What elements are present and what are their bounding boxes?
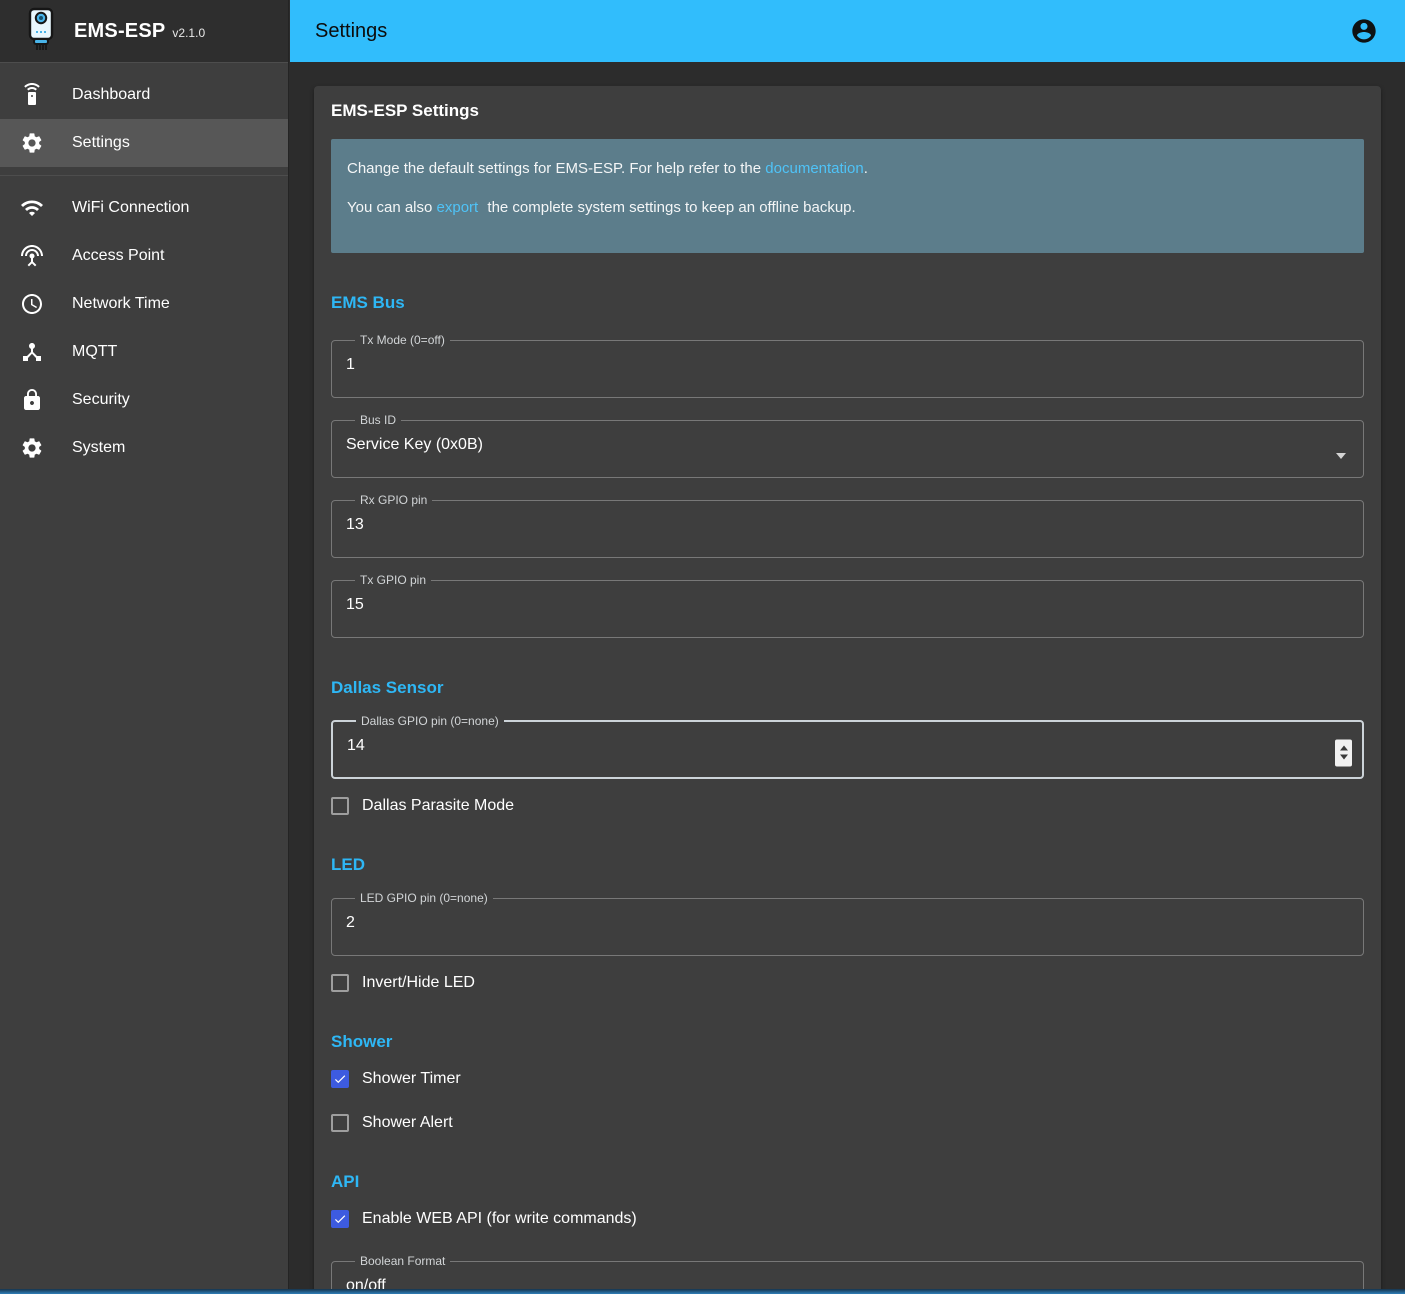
shower-timer-row[interactable]: Shower Timer [331, 1070, 1364, 1088]
tx-gpio-field[interactable]: Tx GPIO pin 15 [331, 573, 1364, 638]
page-title: Settings [315, 20, 387, 43]
documentation-link[interactable]: documentation [765, 160, 863, 177]
bus-id-select[interactable]: Bus ID Service Key (0x0B) [331, 413, 1364, 478]
wifi-icon [20, 196, 44, 220]
section-title-dallas: Dallas Sensor [331, 678, 1364, 698]
spinner-up-icon[interactable] [1340, 746, 1348, 751]
sidebar-item-network-time[interactable]: Network Time [0, 280, 288, 328]
sidebar-item-label: Access Point [72, 247, 164, 265]
field-label: Tx Mode (0=off) [355, 333, 450, 347]
tx-gpio-input[interactable]: 15 [346, 596, 1349, 614]
sidebar-nav-secondary: WiFi Connection Access Point Network Tim… [0, 176, 288, 480]
app-version: v2.1.0 [172, 26, 205, 40]
settings-card: EMS-ESP Settings Change the default sett… [314, 86, 1381, 1294]
export-link[interactable]: export [437, 199, 479, 216]
info-text: You can also [347, 199, 437, 216]
checkbox-label: Dallas Parasite Mode [362, 797, 514, 815]
brand: EMS-ESP v2.1.0 [74, 20, 205, 43]
section-title-shower: Shower [331, 1032, 1364, 1052]
checkbox-label: Shower Timer [362, 1070, 461, 1088]
checkbox-label: Enable WEB API (for write commands) [362, 1210, 637, 1228]
sidebar-item-label: Dashboard [72, 86, 150, 104]
sidebar-item-system[interactable]: System [0, 424, 288, 472]
section-title-led: LED [331, 855, 1364, 875]
sidebar-nav-primary: Dashboard Settings [0, 63, 288, 175]
sidebar-item-label: MQTT [72, 343, 117, 361]
field-label: Rx GPIO pin [355, 493, 432, 507]
checkbox-label: Shower Alert [362, 1114, 453, 1132]
section-title-api: API [331, 1172, 1364, 1192]
section-title-ems-bus: EMS Bus [331, 293, 1364, 313]
checkbox-label: Invert/Hide LED [362, 974, 475, 992]
info-line-2: You can also export the complete system … [347, 199, 1348, 216]
app-name: EMS-ESP [74, 20, 165, 43]
sidebar-header: EMS-ESP v2.1.0 [0, 0, 288, 63]
dallas-parasite-row[interactable]: Dallas Parasite Mode [331, 797, 1364, 815]
check-icon [333, 1211, 347, 1227]
bottom-accent-bar [0, 1289, 1405, 1294]
sidebar: EMS-ESP v2.1.0 Dashboard Settings WiFi C… [0, 0, 289, 1294]
rx-gpio-field[interactable]: Rx GPIO pin 13 [331, 493, 1364, 558]
main-content: EMS-ESP Settings Change the default sett… [290, 62, 1405, 1294]
lock-icon [20, 388, 44, 412]
tx-mode-field[interactable]: Tx Mode (0=off) 1 [331, 333, 1364, 398]
appbar: Settings [290, 0, 1405, 62]
field-label: Bus ID [355, 413, 401, 427]
remote-icon [20, 83, 44, 107]
sidebar-item-label: System [72, 439, 125, 457]
bus-id-value[interactable]: Service Key (0x0B) [346, 436, 1349, 454]
number-spinner[interactable] [1335, 739, 1352, 766]
sidebar-item-access-point[interactable]: Access Point [0, 232, 288, 280]
shower-timer-checkbox[interactable] [331, 1070, 349, 1088]
sidebar-item-security[interactable]: Security [0, 376, 288, 424]
invert-led-checkbox[interactable] [331, 974, 349, 992]
dallas-gpio-field[interactable]: Dallas GPIO pin (0=none) 14 [331, 714, 1364, 779]
field-label: Dallas GPIO pin (0=none) [356, 714, 504, 728]
tx-mode-input[interactable]: 1 [346, 356, 1349, 374]
hub-icon [20, 340, 44, 364]
rx-gpio-input[interactable]: 13 [346, 516, 1349, 534]
account-circle-icon[interactable] [1350, 17, 1378, 45]
sidebar-item-wifi-connection[interactable]: WiFi Connection [0, 184, 288, 232]
shower-alert-row[interactable]: Shower Alert [331, 1114, 1364, 1132]
shower-alert-checkbox[interactable] [331, 1114, 349, 1132]
led-gpio-field[interactable]: LED GPIO pin (0=none) 2 [331, 891, 1364, 956]
info-line-1: Change the default settings for EMS-ESP.… [347, 160, 1348, 177]
sidebar-item-label: Settings [72, 134, 130, 152]
check-icon [333, 1071, 347, 1087]
sidebar-item-label: Network Time [72, 295, 170, 313]
enable-web-api-checkbox[interactable] [331, 1210, 349, 1228]
field-label: Boolean Format [355, 1254, 450, 1268]
field-label: LED GPIO pin (0=none) [355, 891, 493, 905]
antenna-icon [20, 244, 44, 268]
boolean-format-select[interactable]: Boolean Format on/off [331, 1254, 1364, 1294]
card-title: EMS-ESP Settings [331, 101, 1364, 121]
info-text: . [864, 160, 868, 177]
chevron-down-icon[interactable] [1336, 453, 1346, 459]
sidebar-item-label: WiFi Connection [72, 199, 189, 217]
sidebar-item-dashboard[interactable]: Dashboard [0, 71, 288, 119]
info-box: Change the default settings for EMS-ESP.… [331, 139, 1364, 253]
sidebar-item-mqtt[interactable]: MQTT [0, 328, 288, 376]
dallas-parasite-checkbox[interactable] [331, 797, 349, 815]
dallas-gpio-input[interactable]: 14 [347, 737, 1348, 755]
led-gpio-input[interactable]: 2 [346, 914, 1349, 932]
sidebar-item-settings[interactable]: Settings [0, 119, 288, 167]
ems-esp-logo [28, 7, 54, 56]
spinner-down-icon[interactable] [1340, 755, 1348, 760]
sidebar-item-label: Security [72, 391, 130, 409]
gear-icon [20, 436, 44, 460]
gear-icon [20, 131, 44, 155]
enable-web-api-row[interactable]: Enable WEB API (for write commands) [331, 1210, 1364, 1228]
clock-icon [20, 292, 44, 316]
invert-led-row[interactable]: Invert/Hide LED [331, 974, 1364, 992]
info-text: Change the default settings for EMS-ESP.… [347, 160, 765, 177]
field-label: Tx GPIO pin [355, 573, 431, 587]
info-text: the complete system settings to keep an … [483, 199, 855, 216]
